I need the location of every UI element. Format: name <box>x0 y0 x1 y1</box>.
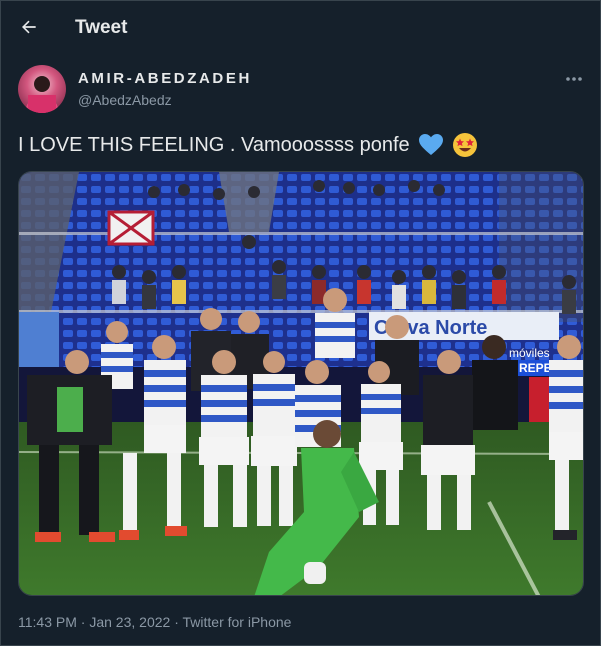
sponsor-text: móviles <box>509 346 550 360</box>
meta-separator: · <box>80 614 86 630</box>
back-button[interactable] <box>13 11 45 43</box>
tweet-text: I LOVE THIS FEELING . Vamooossss ponfe <box>18 132 478 158</box>
tweet-page: Tweet AMIR-ABEDZADEH @AbedzAbedz I LOVE … <box>0 0 601 646</box>
tweet-time[interactable]: 11:43 PM <box>18 614 77 630</box>
more-horizontal-icon <box>566 77 582 81</box>
avatar[interactable] <box>18 65 66 113</box>
more-button[interactable] <box>561 69 587 89</box>
tweet-source[interactable]: Twitter for iPhone <box>183 614 292 630</box>
avatar-image <box>26 76 58 113</box>
page-title: Tweet <box>75 17 128 38</box>
arrow-left-icon <box>22 20 36 34</box>
tweet-text-content: I LOVE THIS FEELING . Vamooossss ponfe <box>18 133 410 156</box>
sponsor-text-2: REPE <box>519 361 552 375</box>
tweet-photo[interactable]: Cerva Norte móviles REPE <box>18 171 584 596</box>
blue-heart-icon <box>418 133 444 157</box>
tweet-meta: 11:43 PM · Jan 23, 2022 · Twitter for iP… <box>18 614 291 630</box>
author-handle[interactable]: @AbedzAbedz <box>78 92 172 108</box>
tweet-date[interactable]: Jan 23, 2022 <box>89 614 170 630</box>
header-bar: Tweet <box>1 1 601 57</box>
team-celebration-photo: Cerva Norte móviles REPE <box>19 172 583 595</box>
author-name[interactable]: AMIR-ABEDZADEH <box>78 70 252 87</box>
star-struck-icon <box>452 132 478 158</box>
meta-separator-2: · <box>174 614 179 630</box>
